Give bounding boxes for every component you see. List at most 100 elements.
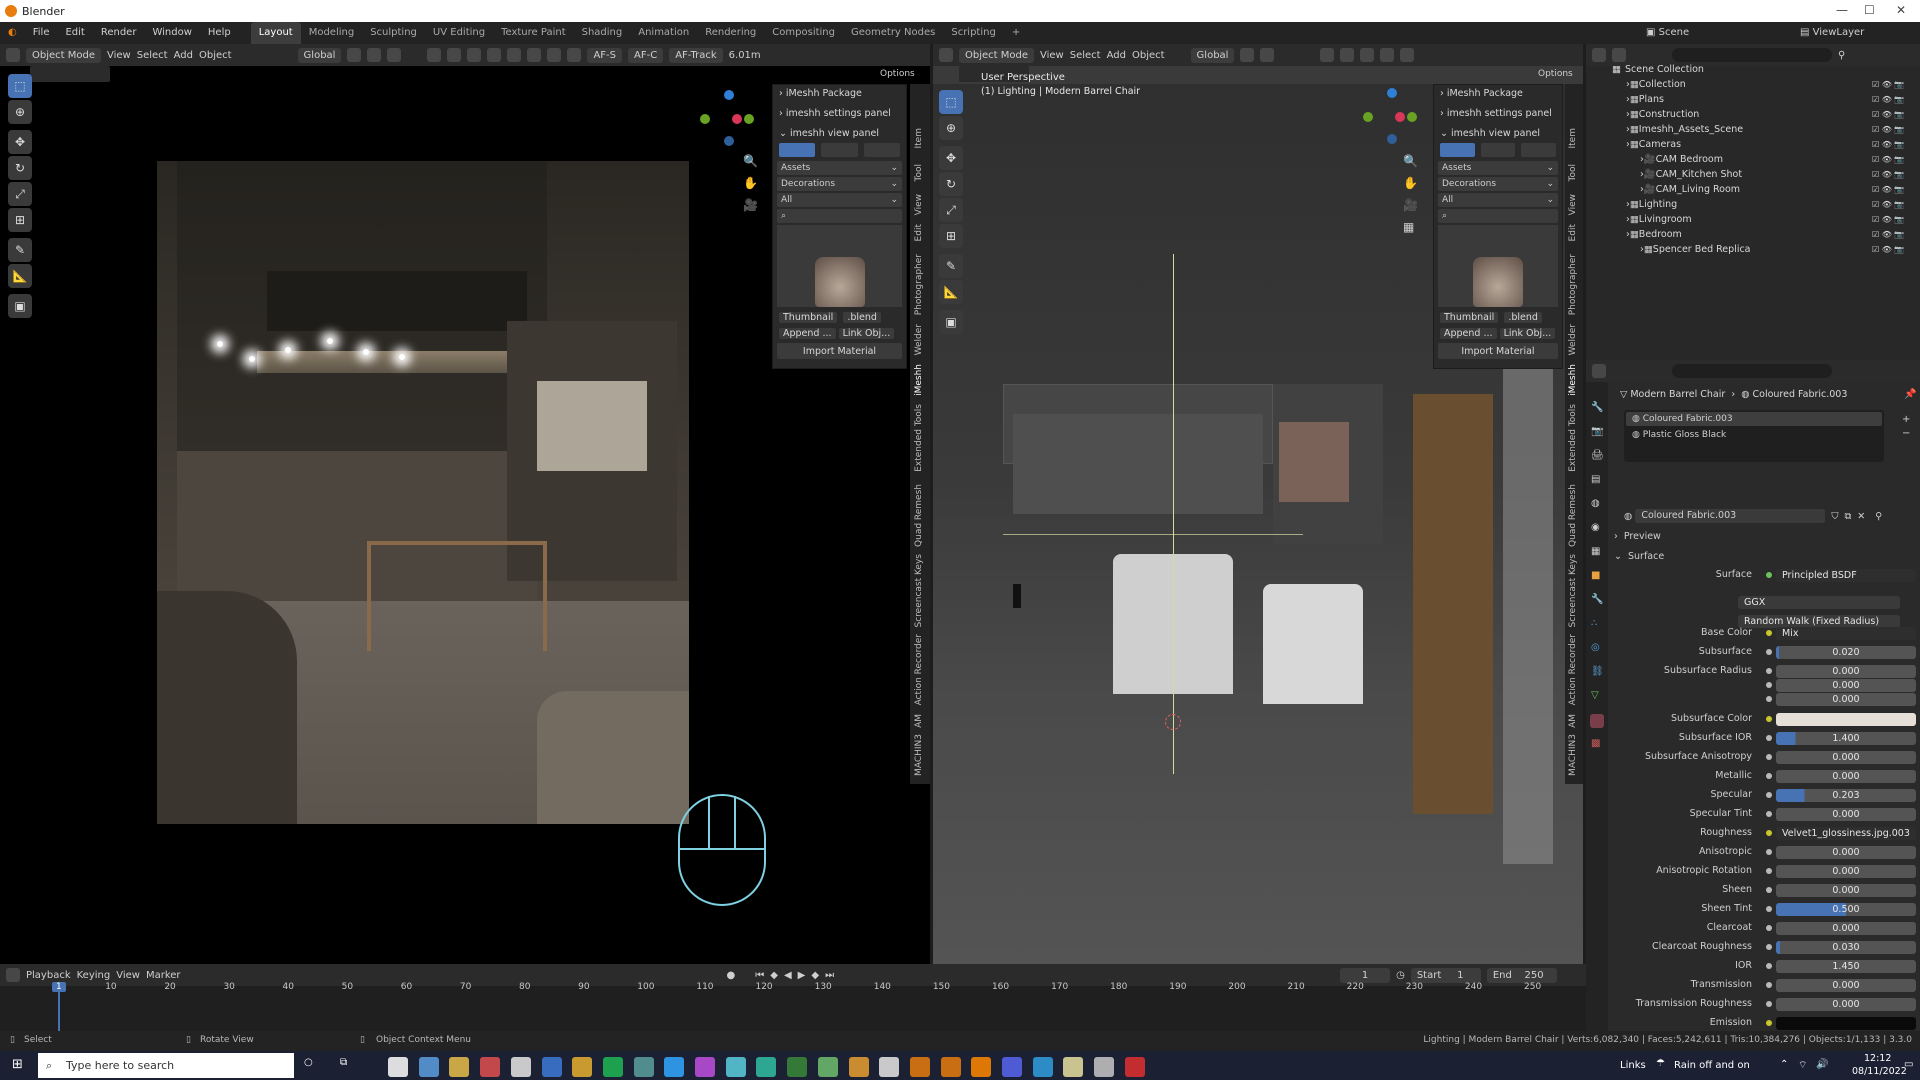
sidebar-tab-tool[interactable]: Tool	[914, 164, 924, 181]
socket-icon[interactable]	[1766, 849, 1772, 855]
editor-type-icon[interactable]	[939, 48, 953, 62]
rotate-tool-icon[interactable]: ↻	[8, 156, 32, 180]
notes-icon[interactable]	[1063, 1057, 1084, 1077]
socket-icon[interactable]	[1766, 925, 1772, 931]
assets-dropdown[interactable]: Assets ⌄	[1438, 161, 1558, 175]
notion-icon[interactable]	[388, 1057, 408, 1077]
spotify-icon[interactable]	[602, 1057, 623, 1077]
socket-icon[interactable]	[1766, 716, 1772, 722]
sidebar-tab-am[interactable]: AM	[914, 714, 924, 728]
imeshh-settings-header[interactable]: › imeshh settings panel	[773, 105, 906, 121]
sidebar-tab-action-recorder[interactable]: Action Recorder	[914, 634, 924, 705]
sidebar-tab-machin3[interactable]: MACHIN3	[1568, 734, 1578, 776]
discord-icon[interactable]	[1002, 1057, 1022, 1077]
camera-view-icon[interactable]: 🎥	[1403, 198, 1418, 212]
tab-texture-paint[interactable]: Texture Paint	[493, 22, 574, 44]
volume-icon[interactable]: 🔊	[1816, 1059, 1828, 1070]
measure-tool-icon[interactable]: 📐	[8, 264, 32, 288]
preview-section[interactable]: › Preview	[1614, 528, 1914, 546]
windows-start-icon[interactable]: ⊞	[12, 1057, 23, 1072]
shading-rendered-icon[interactable]	[567, 48, 582, 62]
playback-menu[interactable]: Playback	[26, 970, 71, 981]
bsdf-property-value[interactable]	[1776, 1017, 1916, 1030]
texture-properties-icon[interactable]: ▩	[1591, 738, 1600, 749]
add-menu[interactable]: Add	[1107, 50, 1126, 61]
socket-icon[interactable]	[1766, 982, 1772, 988]
render-properties-icon[interactable]: 📷	[1591, 426, 1603, 437]
outliner-item[interactable]: › ▦ Lighting ☑ 👁 📷	[1612, 197, 1912, 212]
surface-section[interactable]: ⌄ Surface	[1614, 548, 1914, 566]
material-name-field[interactable]: Coloured Fabric.003	[1635, 509, 1826, 523]
transform-tool-icon[interactable]: ⊞	[8, 208, 32, 232]
objects-type-button[interactable]	[779, 143, 816, 157]
unlink-icon[interactable]: ✕	[1857, 511, 1865, 522]
transform-orientation-dropdown[interactable]: Global	[1190, 47, 1235, 63]
visibility-icon[interactable]	[427, 48, 442, 62]
terminal-icon[interactable]	[633, 1057, 654, 1077]
transform-tool-icon[interactable]: ⊞	[939, 224, 963, 248]
sidebar-tab-edit[interactable]: Edit	[914, 224, 924, 241]
gizmo-z-axis[interactable]	[1387, 88, 1397, 98]
mode-dropdown[interactable]: Object Mode	[959, 47, 1034, 63]
gizmo-y-neg[interactable]	[1407, 112, 1417, 122]
network-app-icon[interactable]	[725, 1057, 746, 1077]
af-c-button[interactable]: AF-C	[628, 47, 664, 63]
tab-uv-editing[interactable]: UV Editing	[425, 22, 493, 44]
proportional-icon[interactable]	[387, 48, 402, 62]
view-layer-properties-icon[interactable]: ▤	[1591, 474, 1600, 485]
tab-geometry-nodes[interactable]: Geometry Nodes	[843, 22, 943, 44]
bsdf-property-value[interactable]: 0.000	[1776, 846, 1916, 859]
jump-start-icon[interactable]: ⏮	[755, 970, 764, 981]
outliner-item[interactable]: › ▦ Construction ☑ 👁 📷	[1612, 107, 1912, 122]
timeline-view-menu[interactable]: View	[116, 970, 140, 981]
mode-dropdown[interactable]: Object Mode	[26, 47, 101, 63]
select-menu[interactable]: Select	[137, 50, 168, 61]
filter-icon[interactable]: ⚲	[1838, 50, 1845, 61]
visibility-icon[interactable]	[1320, 48, 1335, 62]
visibility-toggles-icon[interactable]: ☑ 👁 📷	[1872, 245, 1904, 254]
shield-icon[interactable]: ⛉	[1831, 511, 1838, 522]
select-menu[interactable]: Select	[1070, 50, 1101, 61]
focal-distance[interactable]: 6.01m	[729, 50, 761, 61]
sidebar-tab-extended-tools[interactable]: Extended Tools	[1568, 404, 1578, 472]
sidebar-tab-tool[interactable]: Tool	[1568, 164, 1578, 181]
sidebar-tab-welder[interactable]: Welder	[1568, 324, 1578, 355]
material-slot-item[interactable]: ◍ Coloured Fabric.003	[1626, 412, 1882, 426]
socket-icon[interactable]	[1766, 811, 1772, 817]
duplicate-icon[interactable]: ⧉	[1844, 511, 1851, 522]
end-frame-field[interactable]: End 250	[1486, 967, 1557, 983]
thumbnail-button[interactable]: Thumbnail	[1440, 311, 1499, 323]
notifications-icon[interactable]: ▭	[1904, 1059, 1913, 1070]
collection-properties-icon[interactable]: ▦	[1591, 546, 1600, 557]
taskbar-search-box[interactable]: ⌕ Type here to search	[38, 1053, 294, 1078]
visibility-toggles-icon[interactable]: ☑ 👁 📷	[1872, 95, 1904, 104]
menu-help[interactable]: Help	[200, 22, 239, 44]
data-properties-icon[interactable]: ▽	[1591, 690, 1599, 701]
sidebar-tab-screencast-keys[interactable]: Screencast Keys	[914, 554, 924, 628]
surface-shader-dropdown[interactable]: Principled BSDF	[1776, 569, 1916, 582]
tab-shading[interactable]: Shading	[574, 22, 631, 44]
properties-search-input[interactable]	[1672, 364, 1832, 378]
tab-compositing[interactable]: Compositing	[764, 22, 843, 44]
cursor-tool-icon[interactable]: ⊕	[939, 116, 963, 140]
outliner-item[interactable]: › 🎥 CAM_Kitchen Shot ☑ 👁 📷	[1612, 167, 1912, 182]
shading-material-icon[interactable]	[547, 48, 562, 62]
cc-icon[interactable]	[1032, 1057, 1053, 1077]
visibility-toggles-icon[interactable]: ☑ 👁 📷	[1872, 200, 1904, 209]
bsdf-property-value[interactable]: 0.000	[1776, 751, 1916, 764]
socket-icon[interactable]	[1766, 668, 1772, 674]
store-icon[interactable]	[541, 1057, 562, 1077]
file-explorer-icon[interactable]	[449, 1057, 470, 1077]
scale-tool-icon[interactable]: ⤢	[939, 198, 963, 222]
visibility-toggles-icon[interactable]: ☑ 👁 📷	[1872, 170, 1904, 179]
gizmo-y-axis[interactable]	[700, 114, 710, 124]
box-icon[interactable]	[848, 1057, 869, 1077]
outliner-item[interactable]: › ▦ Spencer Bed Replica ☑ 👁 📷	[1612, 242, 1912, 257]
bsdf-property-value[interactable]: Velvet1_glossiness.jpg.003	[1776, 827, 1916, 840]
socket-icon[interactable]	[1766, 630, 1772, 636]
outliner-item[interactable]: › ▦ Cameras ☑ 👁 📷	[1612, 137, 1912, 152]
network-icon[interactable]: ⌔	[1798, 1059, 1807, 1072]
options-button[interactable]: Options	[880, 69, 915, 79]
append-button[interactable]: Append ...	[779, 327, 836, 339]
bsdf-property-value[interactable]: 0.000	[1776, 865, 1916, 878]
